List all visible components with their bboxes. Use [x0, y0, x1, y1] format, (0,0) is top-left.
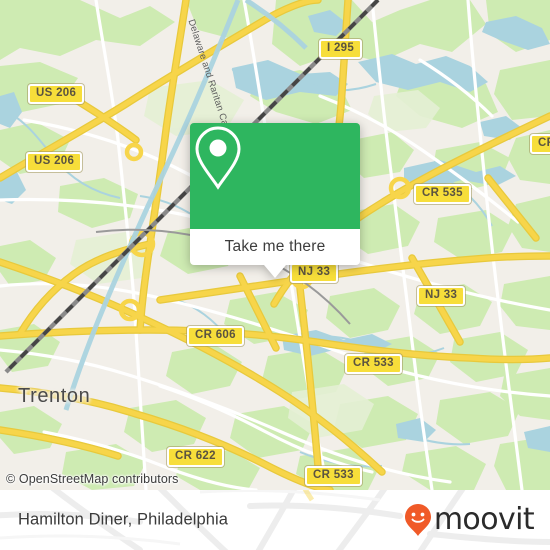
- road-shield-cr-533-lower: CR 533: [305, 466, 362, 486]
- road-shield-cr-clipped: CR: [530, 134, 550, 154]
- road-shield-i-295: I 295: [319, 39, 363, 59]
- road-shield-cr-622: CR 622: [167, 447, 224, 467]
- map-pin-icon: [195, 126, 241, 190]
- map-canvas[interactable]: Trenton Delaware and Raritan Canal US 20…: [0, 0, 550, 490]
- map-label-trenton: Trenton: [18, 385, 91, 407]
- road-shield-nj-33-east: NJ 33: [417, 286, 466, 306]
- destination-popup[interactable]: Take me there: [190, 123, 360, 278]
- place-name-label: Hamilton Diner, Philadelphia: [18, 510, 229, 529]
- take-me-there-label: Take me there: [224, 238, 326, 255]
- popup-image-area: [190, 123, 360, 229]
- road-shield-cr-533-upper: CR 533: [345, 354, 402, 374]
- bottom-info-bar: Hamilton Diner, Philadelphia moovit: [0, 490, 550, 550]
- moovit-wordmark: moovit: [433, 502, 535, 537]
- road-shield-nj-33-west: NJ 33: [290, 263, 339, 283]
- map-attribution: © OpenStreetMap contributors: [6, 472, 179, 486]
- road-shield-cr-606: CR 606: [187, 326, 244, 346]
- moovit-smiley-pin-icon: [404, 504, 431, 536]
- road-shield-us-206-south: US 206: [26, 152, 83, 172]
- popup-action-bar[interactable]: Take me there: [190, 229, 360, 278]
- moovit-brand: moovit: [403, 502, 535, 537]
- moovit-map-screen: Trenton Delaware and Raritan Canal US 20…: [0, 0, 550, 550]
- road-shield-cr-535: CR 535: [414, 184, 471, 204]
- road-shield-us-206-north: US 206: [28, 84, 85, 104]
- popup-tail: [264, 265, 286, 278]
